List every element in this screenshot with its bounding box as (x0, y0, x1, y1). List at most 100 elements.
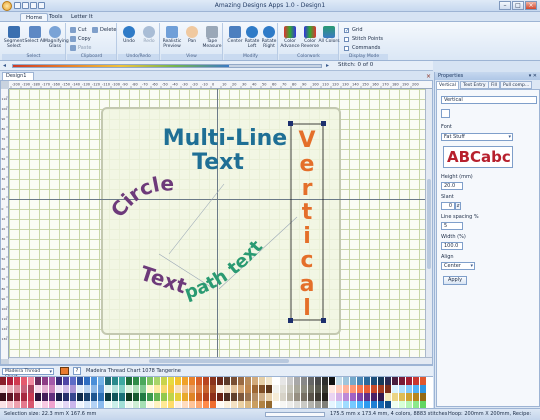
stitch-slider[interactable] (12, 64, 322, 68)
color-swatch[interactable] (259, 385, 266, 393)
color-swatch[interactable] (252, 385, 259, 393)
color-swatch[interactable] (217, 401, 224, 408)
color-swatch[interactable] (350, 377, 357, 385)
color-swatch[interactable] (315, 401, 322, 408)
color-swatch[interactable] (301, 401, 308, 408)
color-swatch[interactable] (182, 401, 189, 408)
color-swatch[interactable] (112, 377, 119, 385)
forward-icon[interactable]: ▸ (326, 62, 329, 69)
color-swatch[interactable] (245, 401, 252, 408)
color-swatch[interactable] (42, 401, 49, 408)
color-swatch[interactable] (399, 401, 406, 408)
document-tab[interactable]: Design1 (2, 72, 34, 80)
color-swatch[interactable] (168, 401, 175, 408)
color-swatch[interactable] (133, 401, 140, 408)
color-swatch[interactable] (238, 377, 245, 385)
color-swatch[interactable] (7, 401, 14, 408)
color-swatch[interactable] (7, 385, 14, 393)
color-swatch[interactable] (357, 385, 364, 393)
color-swatch[interactable] (364, 401, 371, 408)
color-swatch[interactable] (266, 385, 273, 393)
color-swatch[interactable] (63, 385, 70, 393)
selection-handle[interactable] (321, 121, 326, 126)
color-swatch[interactable] (329, 377, 336, 385)
color-swatch[interactable] (203, 377, 210, 385)
color-swatch[interactable] (350, 393, 357, 401)
color-swatch[interactable] (154, 377, 161, 385)
color-swatch[interactable] (224, 377, 231, 385)
color-swatch[interactable] (126, 377, 133, 385)
color-swatch[interactable] (406, 393, 413, 401)
color-swatch[interactable] (7, 393, 14, 401)
color-swatch[interactable] (56, 377, 63, 385)
cut-button[interactable]: Cut (70, 26, 87, 34)
color-swatch[interactable] (140, 401, 147, 408)
color-swatch[interactable] (133, 377, 140, 385)
color-swatch[interactable] (210, 385, 217, 393)
color-swatch[interactable] (119, 401, 126, 408)
color-swatch[interactable] (371, 393, 378, 401)
color-swatch[interactable] (210, 393, 217, 401)
color-swatch[interactable] (252, 377, 259, 385)
multiline-text-line1[interactable]: Multi-Line (163, 126, 287, 151)
color-swatch[interactable] (210, 401, 217, 408)
color-swatch[interactable] (119, 377, 126, 385)
color-swatch[interactable] (273, 385, 280, 393)
color-swatch[interactable] (161, 377, 168, 385)
realistic-preview-button[interactable]: Realistic Preview (161, 25, 183, 53)
color-swatch[interactable] (0, 393, 7, 401)
height-input[interactable]: 20.0 (441, 182, 463, 190)
color-swatch[interactable] (252, 393, 259, 401)
horizontal-scroll-thumb[interactable] (149, 359, 289, 363)
selection-handle[interactable] (288, 318, 293, 323)
color-swatch[interactable] (294, 385, 301, 393)
color-swatch[interactable] (28, 401, 35, 408)
multiline-text-line2[interactable]: Text (192, 150, 244, 175)
color-swatch[interactable] (315, 385, 322, 393)
color-swatch[interactable] (28, 385, 35, 393)
color-swatch[interactable] (322, 385, 329, 393)
color-swatch[interactable] (399, 377, 406, 385)
keyboard-icon[interactable] (441, 109, 450, 118)
select-all-button[interactable]: Select All (24, 25, 46, 53)
apply-button[interactable]: Apply (443, 276, 467, 285)
color-swatch[interactable] (105, 377, 112, 385)
color-swatch[interactable] (91, 377, 98, 385)
color-swatch[interactable] (287, 385, 294, 393)
selection-handle[interactable] (321, 318, 326, 323)
thread-help-button[interactable]: ? (73, 367, 81, 375)
color-swatch[interactable] (287, 393, 294, 401)
color-swatch[interactable] (357, 401, 364, 408)
color-swatch[interactable] (308, 393, 315, 401)
color-swatch[interactable] (399, 385, 406, 393)
color-swatch[interactable] (336, 393, 343, 401)
color-swatch[interactable] (420, 393, 427, 401)
color-swatch[interactable] (21, 377, 28, 385)
color-swatch[interactable] (49, 401, 56, 408)
color-swatch[interactable] (42, 377, 49, 385)
color-swatch[interactable] (70, 393, 77, 401)
color-swatch[interactable] (308, 377, 315, 385)
color-swatch[interactable] (378, 385, 385, 393)
color-swatch[interactable] (364, 393, 371, 401)
color-swatch[interactable] (413, 385, 420, 393)
color-swatch[interactable] (238, 393, 245, 401)
color-swatch[interactable] (189, 385, 196, 393)
color-swatch[interactable] (133, 393, 140, 401)
color-swatch[interactable] (315, 393, 322, 401)
color-swatch[interactable] (336, 401, 343, 408)
tab-vertical[interactable]: Vertical (436, 81, 459, 89)
color-swatch[interactable] (63, 393, 70, 401)
color-swatch[interactable] (280, 393, 287, 401)
line-spacing-input[interactable]: 5 (441, 222, 463, 230)
color-swatch[interactable] (245, 385, 252, 393)
color-swatch[interactable] (203, 401, 210, 408)
color-swatch[interactable] (392, 377, 399, 385)
color-swatch[interactable] (175, 385, 182, 393)
color-swatch[interactable] (91, 385, 98, 393)
color-swatch[interactable] (70, 385, 77, 393)
color-swatch[interactable] (350, 401, 357, 408)
color-swatch[interactable] (322, 377, 329, 385)
color-swatch[interactable] (147, 393, 154, 401)
color-swatch[interactable] (70, 401, 77, 408)
